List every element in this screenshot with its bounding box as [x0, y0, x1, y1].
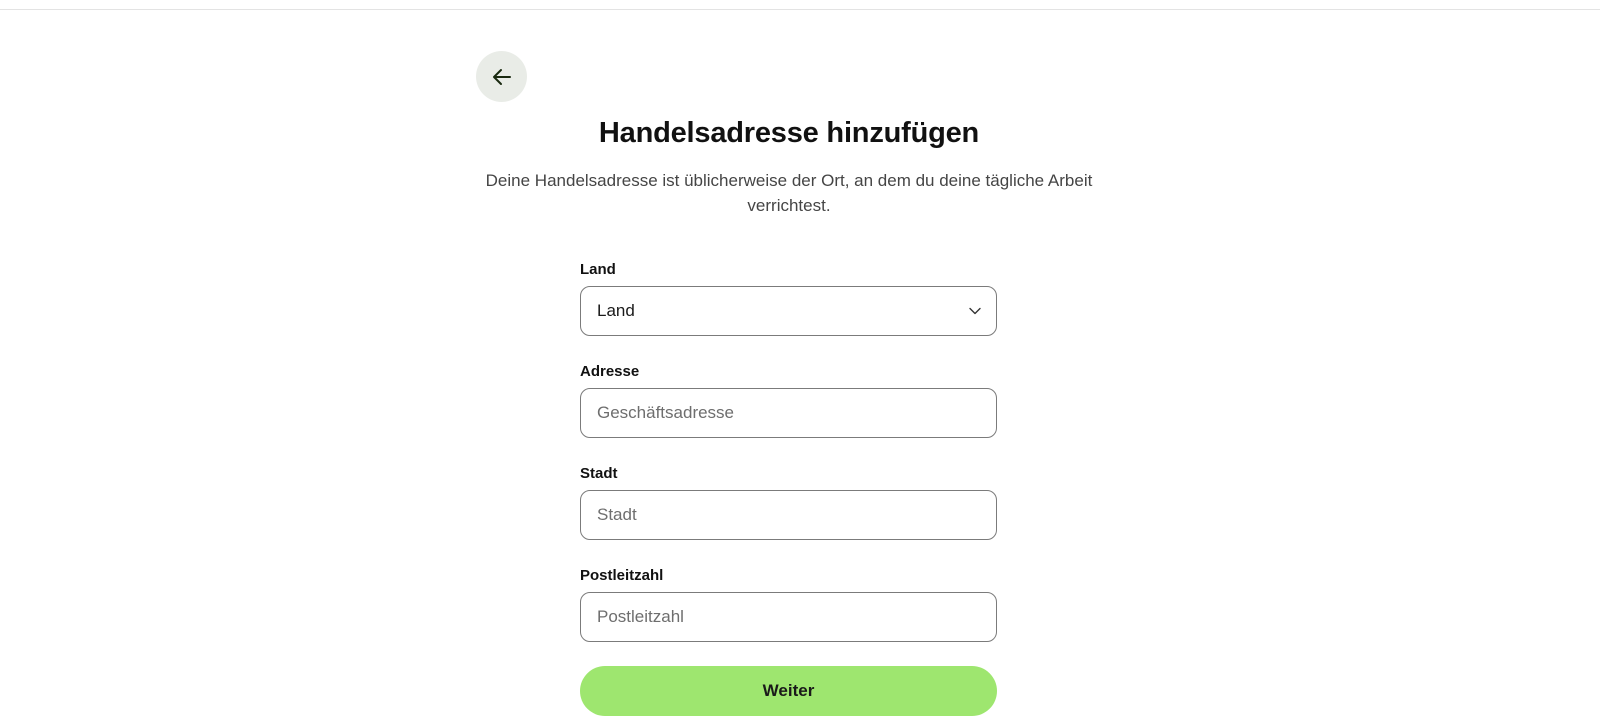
country-select-value: Land [597, 301, 635, 320]
postal-code-field-box [580, 592, 997, 642]
trading-address-form: Land Land Adresse Stadt Postleitzahl [580, 260, 997, 668]
back-button[interactable] [476, 51, 527, 102]
country-select[interactable]: Land [580, 286, 997, 336]
address-field-box [580, 388, 997, 438]
continue-button[interactable]: Weiter [580, 666, 997, 716]
address-label: Adresse [580, 363, 640, 380]
city-input[interactable] [597, 491, 957, 539]
country-label: Land [580, 261, 616, 278]
address-input[interactable] [597, 389, 957, 437]
page-subtitle: Deine Handelsadresse ist üblicherweise d… [485, 171, 1093, 215]
page-title: Handelsadresse hinzufügen [598, 117, 980, 149]
city-field-box [580, 490, 997, 540]
postal-code-label: Postleitzahl [580, 567, 664, 584]
city-label: Stadt [580, 465, 618, 482]
chevron-down-icon [969, 307, 981, 315]
postal-code-input[interactable] [597, 593, 957, 641]
top-divider [0, 9, 1600, 10]
arrow-left-icon [492, 68, 511, 85]
